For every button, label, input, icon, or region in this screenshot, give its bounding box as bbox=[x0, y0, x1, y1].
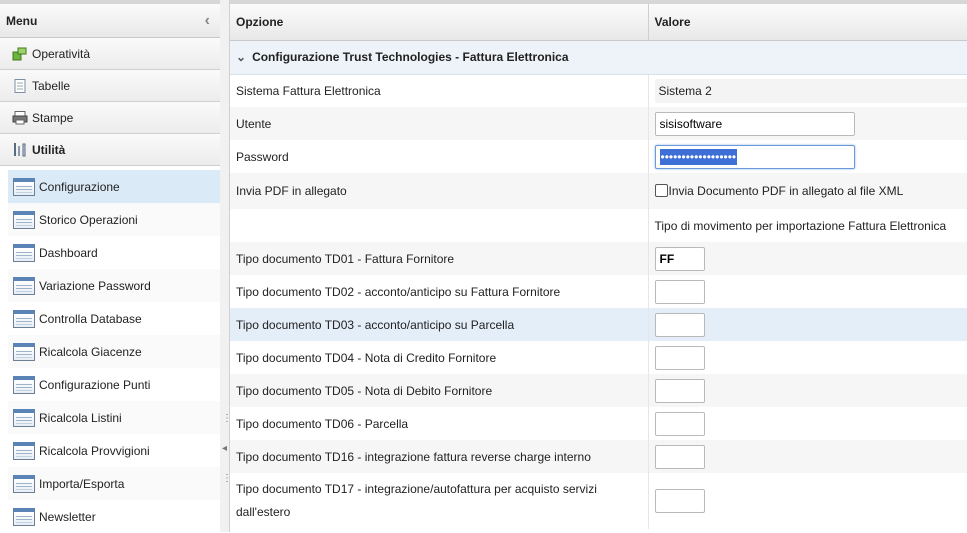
window-icon bbox=[13, 310, 35, 328]
utente-input[interactable] bbox=[655, 112, 855, 136]
section-label: Stampe bbox=[32, 111, 73, 125]
collapse-arrow-icon[interactable]: ◂ bbox=[222, 444, 227, 454]
section-stampe[interactable]: Stampe bbox=[0, 102, 220, 134]
tools-icon bbox=[12, 143, 28, 157]
section-tabelle[interactable]: Tabelle bbox=[0, 70, 220, 102]
sidebar-item-label: Ricalcola Provvigioni bbox=[39, 444, 150, 458]
sidebar-item-configurazione[interactable]: Configurazione bbox=[8, 170, 220, 203]
td16-input[interactable] bbox=[655, 445, 705, 469]
option-label: Tipo documento TD04 - Nota di Credito Fo… bbox=[230, 341, 648, 374]
sidebar-item-label: Newsletter bbox=[39, 510, 96, 524]
option-label: Tipo documento TD05 - Nota di Debito For… bbox=[230, 374, 648, 407]
table-row: Tipo documento TD01 - Fattura Fornitore bbox=[230, 242, 967, 275]
window-icon bbox=[13, 442, 35, 460]
option-label: Utente bbox=[230, 107, 648, 140]
option-label: Tipo documento TD17 - integrazione/autof… bbox=[230, 473, 648, 529]
option-label: Sistema Fattura Elettronica bbox=[230, 74, 648, 107]
td05-input[interactable] bbox=[655, 379, 705, 403]
window-icon bbox=[13, 277, 35, 295]
sidebar: Menu ‹ Operatività Tabelle Stampe Utilit… bbox=[0, 0, 221, 532]
chevron-down-icon[interactable]: ⌄ bbox=[236, 50, 246, 64]
sidebar-item-label: Storico Operazioni bbox=[39, 213, 138, 227]
table-row: Password •••••••••••••••••• bbox=[230, 140, 967, 173]
option-label: Tipo documento TD06 - Parcella bbox=[230, 407, 648, 440]
panel-splitter[interactable]: ⋮ ◂ ⋮ bbox=[220, 0, 230, 532]
td06-input[interactable] bbox=[655, 412, 705, 436]
group-title: Configurazione Trust Technologies - Fatt… bbox=[252, 50, 568, 64]
option-label: Password bbox=[230, 140, 648, 173]
table-row: Tipo documento TD05 - Nota di Debito For… bbox=[230, 374, 967, 407]
window-icon bbox=[13, 343, 35, 361]
sidebar-item-label: Ricalcola Giacenze bbox=[39, 345, 142, 359]
window-icon bbox=[13, 475, 35, 493]
sidebar-item-ricalcola-giacenze[interactable]: Ricalcola Giacenze bbox=[8, 335, 220, 368]
table-row: Tipo documento TD04 - Nota di Credito Fo… bbox=[230, 341, 967, 374]
option-label: Tipo documento TD01 - Fattura Fornitore bbox=[230, 242, 648, 275]
utility-list: Configurazione Storico Operazioni Dashbo… bbox=[0, 166, 220, 533]
document-icon bbox=[12, 79, 28, 93]
option-label: Tipo documento TD16 - integrazione fattu… bbox=[230, 440, 648, 473]
window-icon bbox=[13, 409, 35, 427]
window-icon bbox=[13, 244, 35, 262]
td02-input[interactable] bbox=[655, 280, 705, 304]
window-icon bbox=[13, 178, 35, 196]
td01-input[interactable] bbox=[655, 247, 705, 271]
section-operativita[interactable]: Operatività bbox=[0, 38, 220, 70]
section-label: Operatività bbox=[32, 47, 90, 61]
table-row: Tipo documento TD06 - Parcella bbox=[230, 407, 967, 440]
window-icon bbox=[13, 211, 35, 229]
sidebar-item-label: Variazione Password bbox=[39, 279, 151, 293]
sidebar-item-ricalcola-provvigioni[interactable]: Ricalcola Provvigioni bbox=[8, 434, 220, 467]
window-icon bbox=[13, 508, 35, 526]
td04-input[interactable] bbox=[655, 346, 705, 370]
sidebar-item-controlla-database[interactable]: Controlla Database bbox=[8, 302, 220, 335]
option-label: Tipo documento TD02 - acconto/anticipo s… bbox=[230, 275, 648, 308]
password-value: •••••••••••••••••• bbox=[660, 149, 738, 165]
sidebar-item-label: Controlla Database bbox=[39, 312, 142, 326]
menu-title: Menu bbox=[6, 14, 37, 28]
td17-input[interactable] bbox=[655, 489, 705, 513]
sidebar-item-storico-operazioni[interactable]: Storico Operazioni bbox=[8, 203, 220, 236]
section-note: Tipo di movimento per importazione Fattu… bbox=[648, 209, 967, 242]
table-row: Tipo di movimento per importazione Fattu… bbox=[230, 209, 967, 242]
window-icon bbox=[13, 376, 35, 394]
column-header-opzione[interactable]: Opzione bbox=[230, 2, 648, 40]
sidebar-item-dashboard[interactable]: Dashboard bbox=[8, 236, 220, 269]
pdf-checkbox-label[interactable]: Invia Documento PDF in allegato al file … bbox=[669, 184, 904, 198]
table-row: Sistema Fattura Elettronica Sistema 2 bbox=[230, 74, 967, 107]
section-label: Utilità bbox=[32, 143, 65, 157]
option-label bbox=[230, 209, 648, 242]
table-row: Tipo documento TD02 - acconto/anticipo s… bbox=[230, 275, 967, 308]
menu-header: Menu ‹ bbox=[0, 0, 220, 38]
sidebar-item-label: Dashboard bbox=[39, 246, 98, 260]
config-grid: Opzione Valore ⌄ Configurazione Trust Tec… bbox=[230, 0, 967, 532]
group-header[interactable]: ⌄ Configurazione Trust Technologies - Fat… bbox=[230, 40, 967, 74]
option-label: Tipo documento TD03 - acconto/anticipo s… bbox=[230, 308, 648, 341]
table-row: Utente bbox=[230, 107, 967, 140]
table-row: Invia PDF in allegato Invia Documento PD… bbox=[230, 173, 967, 209]
sidebar-item-configurazione-punti[interactable]: Configurazione Punti bbox=[8, 368, 220, 401]
chevron-left-icon[interactable]: ‹ bbox=[205, 12, 210, 30]
operativita-icon bbox=[12, 47, 28, 61]
printer-icon bbox=[12, 111, 28, 125]
sidebar-item-label: Ricalcola Listini bbox=[39, 411, 122, 425]
sidebar-item-ricalcola-listini[interactable]: Ricalcola Listini bbox=[8, 401, 220, 434]
option-label: Invia PDF in allegato bbox=[230, 173, 648, 209]
sidebar-item-variazione-password[interactable]: Variazione Password bbox=[8, 269, 220, 302]
section-utilita[interactable]: Utilità bbox=[0, 134, 220, 166]
sidebar-item-label: Configurazione bbox=[39, 180, 120, 194]
sidebar-item-newsletter[interactable]: Newsletter bbox=[8, 500, 220, 533]
sidebar-item-label: Configurazione Punti bbox=[39, 378, 150, 392]
section-label: Tabelle bbox=[32, 79, 70, 93]
table-row: Tipo documento TD03 - acconto/anticipo s… bbox=[230, 308, 967, 341]
column-header-valore[interactable]: Valore bbox=[648, 2, 967, 40]
sidebar-item-label: Importa/Esporta bbox=[39, 477, 124, 491]
table-row: Tipo documento TD16 - integrazione fattu… bbox=[230, 440, 967, 473]
password-input[interactable]: •••••••••••••••••• bbox=[655, 145, 855, 169]
pdf-checkbox[interactable] bbox=[655, 184, 668, 197]
sistema-select[interactable]: Sistema 2 bbox=[655, 79, 967, 103]
td03-input[interactable] bbox=[655, 313, 705, 337]
sidebar-item-importa-esporta[interactable]: Importa/Esporta bbox=[8, 467, 220, 500]
table-row: Tipo documento TD17 - integrazione/autof… bbox=[230, 473, 967, 529]
